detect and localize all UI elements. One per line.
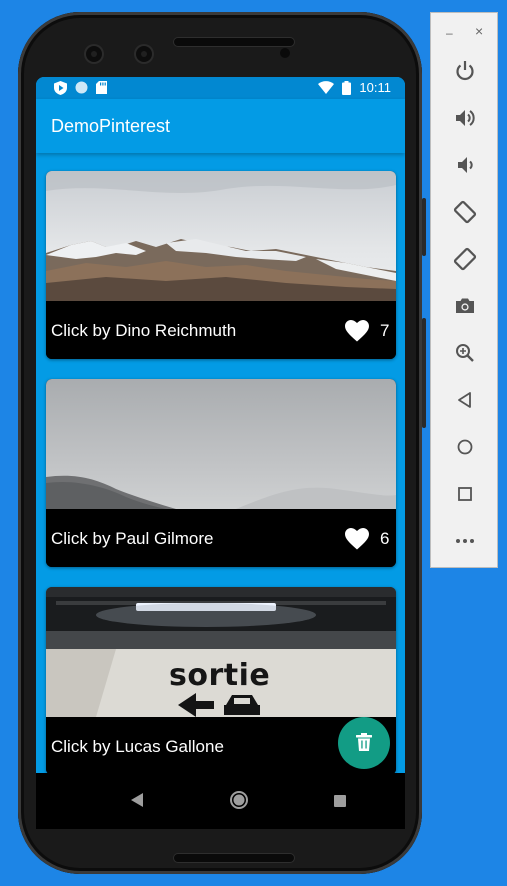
play-shield-icon: [54, 81, 67, 95]
recents-icon[interactable]: [334, 794, 346, 812]
phone-power-button: [422, 198, 426, 256]
home-icon[interactable]: [453, 435, 477, 459]
photo-caption: Click by Dino Reichmuth: [51, 321, 237, 340]
proximity-sensor: [280, 48, 290, 58]
sd-card-icon: [96, 81, 109, 94]
snowy-mountains-image[interactable]: [46, 171, 396, 301]
battery-icon: [342, 81, 352, 95]
back-icon[interactable]: [453, 388, 477, 412]
minimize-button[interactable]: –: [446, 26, 453, 40]
camera-icon[interactable]: [453, 294, 477, 318]
sortie-sign-text: sortie: [169, 658, 271, 693]
emulator-toolbar: – ×: [430, 12, 498, 568]
delete-fab[interactable]: [338, 717, 390, 769]
bottom-speaker: [174, 854, 294, 862]
like-count: 7: [380, 321, 390, 340]
caption-bar: Click by Dino Reichmuth 7: [46, 301, 396, 359]
home-icon[interactable]: [230, 791, 248, 814]
heart-icon[interactable]: [345, 528, 369, 550]
navigation-bar: [36, 773, 405, 829]
rotate-right-icon[interactable]: [453, 247, 477, 271]
photo-card[interactable]: Click by Paul Gilmore 6: [46, 379, 396, 567]
power-icon[interactable]: [453, 59, 477, 83]
status-bar: 10:11: [36, 77, 405, 99]
earpiece-speaker: [174, 38, 294, 46]
volume-down-icon[interactable]: [453, 153, 477, 177]
more-icon[interactable]: [453, 529, 477, 553]
app-title: DemoPinterest: [51, 116, 171, 136]
photo-card[interactable]: Click by Dino Reichmuth 7: [46, 171, 396, 359]
device-screen: 10:11 DemoPinterest Click by Dino Reichm…: [36, 77, 405, 829]
sortie-sign-image[interactable]: sortie: [46, 587, 396, 717]
caption-bar: Click by Paul Gilmore 6: [46, 509, 396, 567]
rotate-left-icon[interactable]: [453, 200, 477, 224]
app-bar: DemoPinterest: [36, 99, 405, 153]
volume-up-icon[interactable]: [453, 106, 477, 130]
trash-icon: [356, 733, 372, 751]
heart-icon[interactable]: [345, 320, 369, 342]
photo-caption: Click by Paul Gilmore: [51, 529, 214, 548]
wifi-icon: [318, 81, 335, 94]
close-button[interactable]: ×: [475, 23, 483, 39]
status-time: 10:11: [359, 80, 391, 95]
front-camera-left: [86, 46, 102, 62]
photo-feed[interactable]: Click by Dino Reichmuth 7 Click by Paul …: [36, 153, 405, 773]
foggy-hills-image[interactable]: [46, 379, 396, 509]
overview-icon[interactable]: [453, 482, 477, 506]
back-icon[interactable]: [131, 793, 143, 812]
circle-icon: [75, 81, 88, 94]
zoom-icon[interactable]: [453, 341, 477, 365]
photo-caption: Click by Lucas Gallone: [51, 737, 224, 756]
toolbar-window-controls: – ×: [431, 23, 497, 40]
like-count: 6: [380, 529, 390, 548]
front-camera-right: [136, 46, 152, 62]
phone-volume-button: [422, 318, 426, 428]
phone-frame: 10:11 DemoPinterest Click by Dino Reichm…: [18, 12, 426, 874]
